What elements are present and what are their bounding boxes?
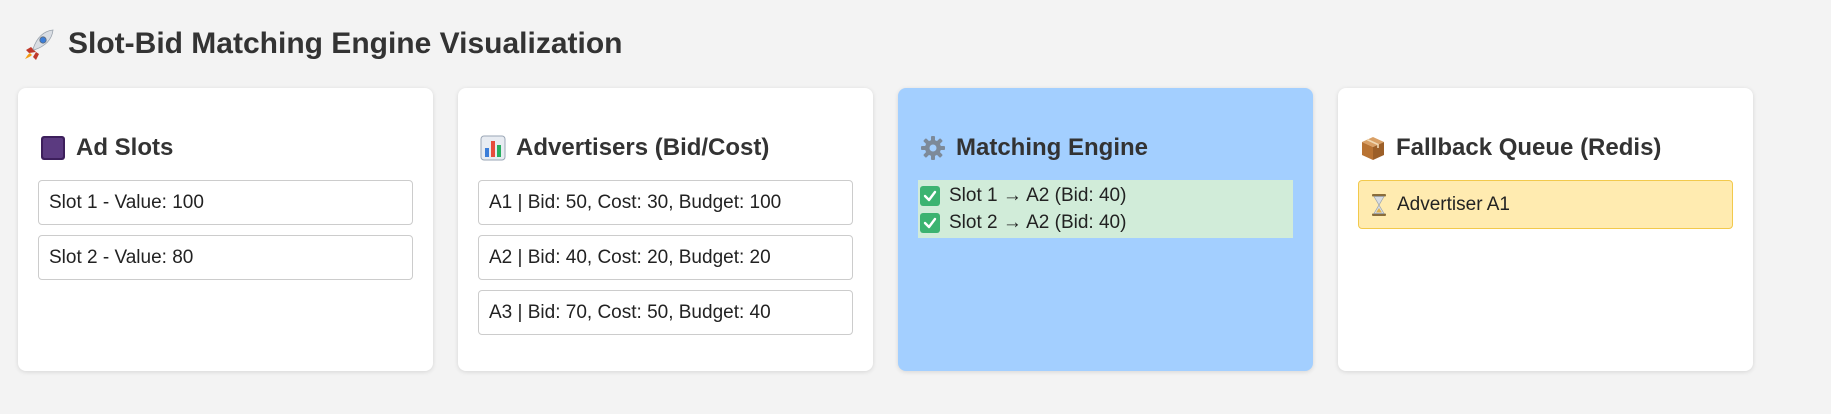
matching-engine-heading: Matching Engine	[920, 132, 1293, 164]
fallback-queue-heading-text: Fallback Queue (Redis)	[1396, 134, 1662, 161]
queue-item-text: Advertiser A1	[1397, 193, 1510, 215]
advertiser-item: A2 | Bid: 40, Cost: 20, Budget: 20	[478, 235, 853, 280]
match-text: Slot 1 → A2 (Bid: 40)	[949, 185, 1127, 206]
match-item: Slot 1 → A2 (Bid: 40)	[920, 182, 1291, 209]
slot-item: Slot 1 - Value: 100	[38, 180, 413, 225]
advertisers-heading-text: Advertisers (Bid/Cost)	[516, 134, 770, 161]
match-item: Slot 2 → A2 (Bid: 40)	[920, 209, 1291, 236]
ad-slots-panel: Ad Slots Slot 1 - Value: 100 Slot 2 - Va…	[18, 88, 433, 371]
match-text: Slot 2 → A2 (Bid: 40)	[949, 212, 1127, 233]
hourglass-icon	[1371, 193, 1387, 217]
slot-item: Slot 2 - Value: 80	[38, 235, 413, 280]
fallback-queue-heading: Fallback Queue (Redis)	[1360, 132, 1733, 164]
stop-square-icon	[40, 135, 66, 161]
ad-slots-heading: Ad Slots	[40, 132, 413, 164]
rocket-icon	[22, 27, 56, 61]
matching-engine-heading-text: Matching Engine	[956, 134, 1148, 161]
ad-slots-heading-text: Ad Slots	[76, 134, 174, 161]
advertiser-item: A1 | Bid: 50, Cost: 30, Budget: 100	[478, 180, 853, 225]
panels-row: Ad Slots Slot 1 - Value: 100 Slot 2 - Va…	[18, 88, 1753, 371]
check-box-icon	[920, 185, 940, 206]
page-title: Slot-Bid Matching Engine Visualization	[22, 22, 622, 66]
matching-engine-panel: Matching Engine Slot 1 → A2 (Bid: 40) Sl…	[898, 88, 1313, 371]
package-icon	[1360, 135, 1386, 161]
advertiser-item: A3 | Bid: 70, Cost: 50, Budget: 40	[478, 290, 853, 335]
advertisers-panel: Advertisers (Bid/Cost) A1 | Bid: 50, Cos…	[458, 88, 873, 371]
advertisers-heading: Advertisers (Bid/Cost)	[480, 132, 853, 164]
queue-item: Advertiser A1	[1358, 180, 1733, 229]
check-box-icon	[920, 212, 940, 233]
bar-chart-icon	[480, 135, 506, 161]
fallback-queue-panel: Fallback Queue (Redis) Advertiser A1	[1338, 88, 1753, 371]
match-list: Slot 1 → A2 (Bid: 40) Slot 2 → A2 (Bid: …	[918, 180, 1293, 238]
gear-icon	[920, 135, 946, 161]
page-title-text: Slot-Bid Matching Engine Visualization	[68, 27, 623, 60]
